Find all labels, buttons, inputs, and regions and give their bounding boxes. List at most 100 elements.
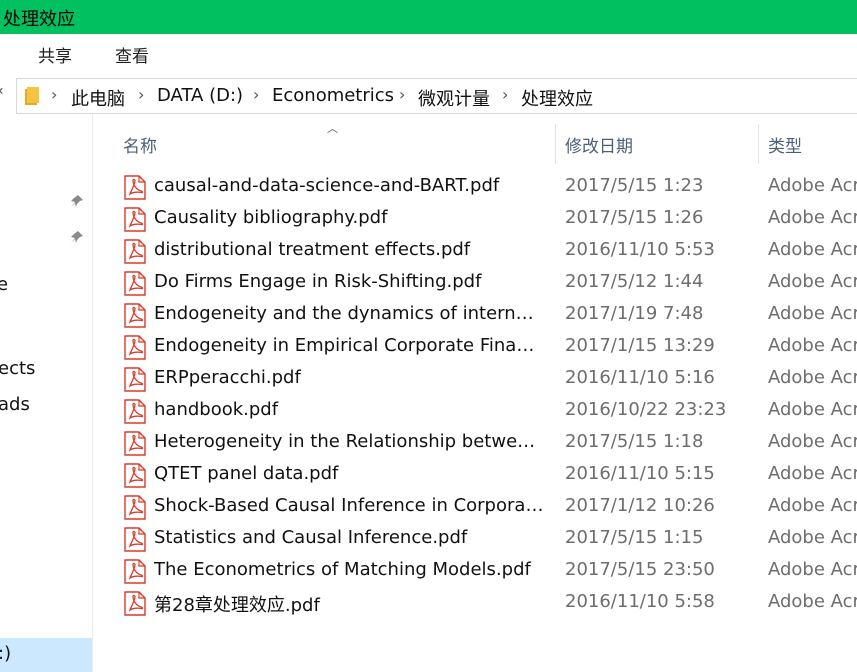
file-name: handbook.pdf [154,399,279,420]
file-type: Adobe Acr [768,591,857,612]
up-chevron-icon[interactable]: ‹ [0,83,4,99]
file-name: Statistics and Causal Inference.pdf [154,527,468,548]
file-name: Endogeneity and the dynamics of internal… [154,303,544,324]
breadcrumb-treatment-effects[interactable]: 处理效应 [521,85,593,111]
file-row[interactable]: Do Firms Engage in Risk-Shifting.pdf 201… [93,268,857,300]
breadcrumb-econometrics[interactable]: Econometrics [272,85,394,106]
nav-item-selected-drive[interactable]: :) [0,638,92,672]
pdf-file-icon [124,335,146,360]
file-name: 第28章处理效应.pdf [154,595,320,616]
nav-item-drive-label: :) [0,643,12,664]
file-name: Endogeneity in Empirical Corporate Finan… [154,335,544,356]
pdf-file-icon [124,559,146,584]
file-type: Adobe Acr [768,495,857,516]
file-modified-date: 2017/5/15 1:18 [565,431,704,452]
file-row[interactable]: 第28章处理效应.pdf 2016/11/10 5:58 Adobe Acr [93,588,857,620]
file-type: Adobe Acr [768,431,857,452]
file-name: Shock-Based Causal Inference in Corporat… [154,495,544,516]
pdf-file-icon [124,431,146,456]
pdf-file-icon [124,399,146,424]
pdf-file-icon [124,207,146,232]
chevron-right-icon[interactable]: › [502,85,508,104]
pdf-file-icon [124,303,146,328]
column-header-date[interactable]: 修改日期 [565,132,633,157]
chevron-right-icon[interactable]: › [51,85,57,104]
breadcrumb-data-drive[interactable]: DATA (D:) [157,85,243,106]
nav-item-truncated-1[interactable]: e [0,274,8,295]
nav-item-objects[interactable]: ects [0,358,35,379]
chevron-right-icon[interactable]: › [138,85,144,104]
file-row[interactable]: Endogeneity and the dynamics of internal… [93,300,857,332]
file-modified-date: 2017/5/15 1:15 [565,527,704,548]
file-name: causal-and-data-science-and-BART.pdf [154,175,500,196]
pin-icon[interactable] [70,194,84,208]
pdf-file-icon [124,175,146,200]
file-modified-date: 2017/1/19 7:48 [565,303,704,324]
column-header-type[interactable]: 类型 [768,132,802,157]
file-modified-date: 2017/5/12 1:44 [565,271,704,292]
file-type: Adobe Acr [768,527,857,548]
file-row[interactable]: Heterogeneity in the Relationship betwee… [93,428,857,460]
file-type: Adobe Acr [768,367,857,388]
pin-icon[interactable] [70,230,84,244]
file-type: Adobe Acr [768,559,857,580]
tab-view[interactable]: 查看 [115,42,149,67]
file-row[interactable]: ERPperacchi.pdf 2016/11/10 5:16 Adobe Ac… [93,364,857,396]
file-modified-date: 2016/11/10 5:16 [565,367,715,388]
pdf-file-icon [124,367,146,392]
file-name: Heterogeneity in the Relationship betwee… [154,431,544,452]
window-title: 处理效应 [3,9,75,30]
file-modified-date: 2017/5/15 23:50 [565,559,715,580]
file-modified-date: 2016/11/10 5:53 [565,239,715,260]
file-type: Adobe Acr [768,399,857,420]
pdf-file-icon [124,591,146,616]
column-divider[interactable] [555,124,556,164]
breadcrumb-this-pc[interactable]: 此电脑 [71,85,125,111]
file-row[interactable]: distributional treatment effects.pdf 201… [93,236,857,268]
file-row[interactable]: handbook.pdf 2016/10/22 23:23 Adobe Acr [93,396,857,428]
ribbon-tabs: 共享 查看 [0,34,857,72]
file-modified-date: 2016/10/22 23:23 [565,399,727,420]
file-name: The Econometrics of Matching Models.pdf [154,559,531,580]
pdf-file-icon [124,463,146,488]
file-row[interactable]: QTET panel data.pdf 2016/11/10 5:15 Adob… [93,460,857,492]
column-header-name[interactable]: 名称 [123,132,157,157]
file-modified-date: 2017/1/15 13:29 [565,335,715,356]
file-row[interactable]: The Econometrics of Matching Models.pdf … [93,556,857,588]
folder-icon [25,87,39,105]
breadcrumb-micro-econometrics[interactable]: 微观计量 [418,85,490,111]
pdf-file-icon [124,271,146,296]
address-bar[interactable]: › 此电脑 › DATA (D:) › Econometrics › 微观计量 … [16,78,857,114]
file-type: Adobe Acr [768,271,857,292]
file-row[interactable]: Statistics and Causal Inference.pdf 2017… [93,524,857,556]
file-row[interactable]: causal-and-data-science-and-BART.pdf 201… [93,172,857,204]
file-modified-date: 2016/11/10 5:15 [565,463,715,484]
column-divider[interactable] [758,124,759,164]
file-name: QTET panel data.pdf [154,463,339,484]
file-list: ︿ 名称 修改日期 类型 causal-and-data-science-and… [93,114,857,672]
file-row[interactable]: Endogeneity in Empirical Corporate Finan… [93,332,857,364]
file-row[interactable]: Shock-Based Causal Inference in Corporat… [93,492,857,524]
file-modified-date: 2016/11/10 5:58 [565,591,715,612]
title-bar: 处理效应 [0,0,857,34]
address-bar-area: ‹ › 此电脑 › DATA (D:) › Econometrics › 微观计… [0,78,857,114]
nav-item-downloads[interactable]: ads [0,394,30,415]
file-type: Adobe Acr [768,239,857,260]
file-type: Adobe Acr [768,175,857,196]
file-row[interactable]: Causality bibliography.pdf 2017/5/15 1:2… [93,204,857,236]
file-name: Causality bibliography.pdf [154,207,388,228]
file-name: distributional treatment effects.pdf [154,239,471,260]
file-name: Do Firms Engage in Risk-Shifting.pdf [154,271,482,292]
file-type: Adobe Acr [768,335,857,356]
file-modified-date: 2017/5/15 1:23 [565,175,704,196]
chevron-right-icon[interactable]: › [253,85,259,104]
pdf-file-icon [124,527,146,552]
file-modified-date: 2017/1/12 10:26 [565,495,715,516]
file-type: Adobe Acr [768,463,857,484]
file-type: Adobe Acr [768,207,857,228]
sort-up-arrow-icon: ︿ [327,122,338,135]
chevron-right-icon[interactable]: › [399,85,405,104]
pdf-file-icon [124,495,146,520]
pdf-file-icon [124,239,146,264]
tab-share[interactable]: 共享 [38,42,72,67]
